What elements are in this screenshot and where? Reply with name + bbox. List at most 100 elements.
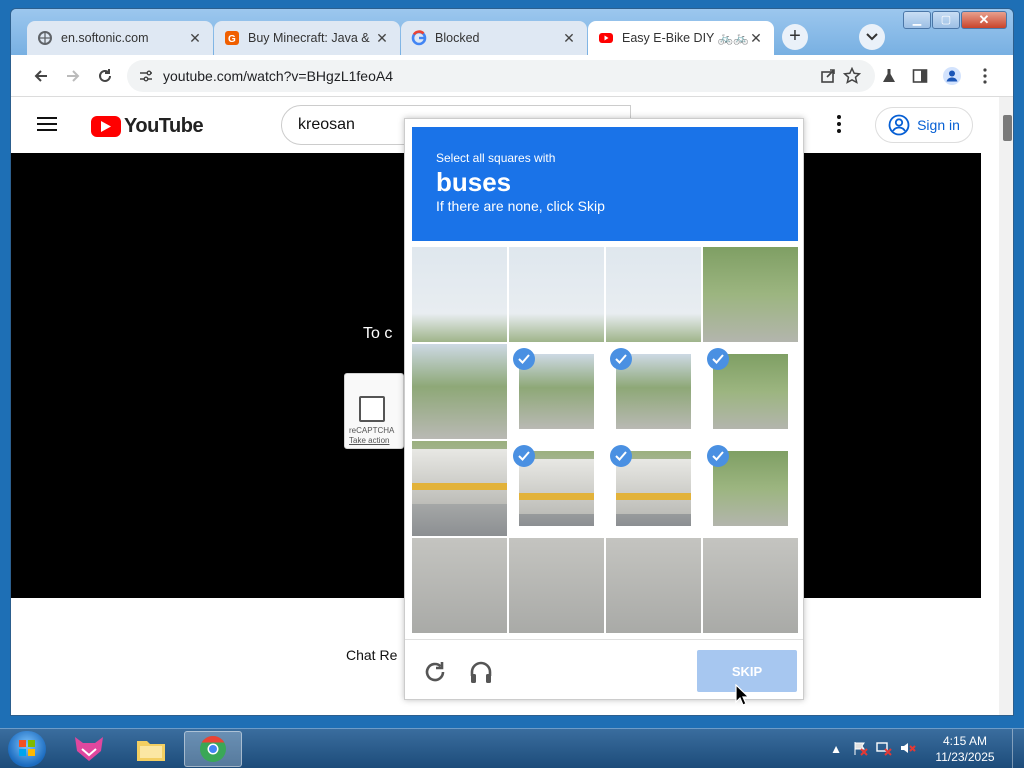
chrome-icon xyxy=(200,735,226,762)
checkmark-icon xyxy=(513,445,535,467)
player-message: To c xyxy=(363,325,393,342)
taskbar-chrome[interactable] xyxy=(184,731,242,767)
tab-minecraft[interactable]: G Buy Minecraft: Java & ✕ xyxy=(214,21,400,55)
recaptcha-checkbox[interactable] xyxy=(359,396,385,422)
sign-in-label: Sign in xyxy=(917,117,960,133)
account-icon xyxy=(888,114,910,136)
captcha-tile-image xyxy=(509,538,604,633)
captcha-instructions: Select all squares with buses If there a… xyxy=(412,127,798,241)
close-tab-icon[interactable]: ✕ xyxy=(561,30,577,47)
bus-shape xyxy=(616,459,691,514)
audio-challenge-icon[interactable] xyxy=(467,658,495,686)
close-tab-icon[interactable]: ✕ xyxy=(374,30,390,47)
checkmark-icon xyxy=(707,445,729,467)
folder-icon xyxy=(137,741,165,761)
captcha-tile[interactable] xyxy=(412,441,507,536)
tab-blocked[interactable]: Blocked ✕ xyxy=(401,21,587,55)
system-tray: ▲ 4:15 AM 11/23/2025 xyxy=(830,729,1024,768)
clock-time: 4:15 AM xyxy=(942,734,988,748)
tab-strip: en.softonic.com ✕ G Buy Minecraft: Java … xyxy=(11,9,1013,55)
fox-app-icon xyxy=(75,737,103,761)
tab-softonic[interactable]: en.softonic.com ✕ xyxy=(27,21,213,55)
captcha-tile-image xyxy=(412,247,507,342)
volume-muted-icon[interactable] xyxy=(900,740,916,759)
captcha-tile[interactable] xyxy=(412,538,507,633)
maximize-button[interactable]: ▢ xyxy=(932,11,960,29)
close-window-button[interactable]: ✕ xyxy=(961,11,1007,29)
windows-taskbar: ▲ 4:15 AM 11/23/2025 xyxy=(0,728,1024,768)
taskbar-app-fox[interactable] xyxy=(60,731,118,767)
recaptcha-label: reCAPTCHA xyxy=(349,426,395,435)
share-icon[interactable] xyxy=(816,64,840,88)
url-text: youtube.com/watch?v=BHgzL1feoA4 xyxy=(163,68,393,84)
new-tab-button[interactable]: + xyxy=(782,24,808,50)
captcha-tile[interactable] xyxy=(703,441,798,536)
captcha-target: buses xyxy=(436,167,512,197)
address-bar[interactable]: youtube.com/watch?v=BHgzL1feoA4 xyxy=(127,60,875,92)
tab-search-button[interactable] xyxy=(859,24,885,50)
site-info-icon[interactable] xyxy=(139,69,153,83)
tab-youtube[interactable]: Easy E-Bike DIY 🚲🚲 V ✕ xyxy=(588,21,774,55)
captcha-tile[interactable] xyxy=(412,344,507,439)
youtube-icon xyxy=(598,30,614,46)
close-tab-icon[interactable]: ✕ xyxy=(748,30,764,47)
g2a-icon: G xyxy=(224,30,240,46)
reload-icon[interactable] xyxy=(93,64,117,88)
google-icon xyxy=(411,30,427,46)
tab-title: en.softonic.com xyxy=(61,31,149,45)
action-center-flag-icon[interactable] xyxy=(852,740,868,759)
tab-title: Blocked xyxy=(435,31,480,45)
captcha-tile-image xyxy=(703,538,798,633)
windows-logo-icon xyxy=(19,740,35,756)
browser-menu-icon[interactable] xyxy=(973,64,997,88)
minimize-button[interactable]: ▁ xyxy=(903,11,931,29)
forward-icon[interactable] xyxy=(61,64,85,88)
captcha-tile-image xyxy=(412,441,507,536)
captcha-tile[interactable] xyxy=(606,441,701,536)
labs-flask-icon[interactable] xyxy=(877,64,901,88)
scrollbar-thumb[interactable] xyxy=(1003,115,1012,141)
captcha-tile[interactable] xyxy=(703,247,798,342)
captcha-instruction-small: Select all squares with xyxy=(436,151,556,165)
captcha-tile-image xyxy=(509,247,604,342)
captcha-tile[interactable] xyxy=(509,441,604,536)
youtube-logo[interactable]: YouTube xyxy=(91,115,204,138)
captcha-tile[interactable] xyxy=(606,344,701,439)
bookmark-star-icon[interactable] xyxy=(840,64,864,88)
page-scrollbar[interactable] xyxy=(999,97,1013,715)
reload-challenge-icon[interactable] xyxy=(421,658,449,686)
more-options-icon[interactable] xyxy=(837,115,841,138)
captcha-tile[interactable] xyxy=(606,538,701,633)
checkmark-icon xyxy=(610,348,632,370)
back-icon[interactable] xyxy=(29,64,53,88)
close-tab-icon[interactable]: ✕ xyxy=(187,30,203,47)
captcha-tile[interactable] xyxy=(703,344,798,439)
window-controls: ▁ ▢ ✕ xyxy=(902,11,1007,29)
start-button[interactable] xyxy=(8,731,46,767)
show-desktop-button[interactable] xyxy=(1012,729,1024,768)
clock-date: 11/23/2025 xyxy=(935,750,995,764)
side-panel-icon[interactable] xyxy=(908,64,932,88)
show-hidden-icons-icon[interactable]: ▲ xyxy=(830,742,842,756)
globe-icon xyxy=(37,30,53,46)
captcha-tile[interactable] xyxy=(509,344,604,439)
captcha-tile[interactable] xyxy=(606,247,701,342)
captcha-tile[interactable] xyxy=(509,538,604,633)
checkmark-icon xyxy=(610,445,632,467)
hamburger-menu-icon[interactable] xyxy=(37,116,57,137)
chat-replay-text: Chat Re xyxy=(346,647,398,663)
recaptcha-take-action-link[interactable]: Take action xyxy=(349,436,389,445)
clock[interactable]: 4:15 AM 11/23/2025 xyxy=(922,733,1008,765)
network-icon[interactable] xyxy=(876,740,892,759)
captcha-tile[interactable] xyxy=(703,538,798,633)
captcha-tile[interactable] xyxy=(509,247,604,342)
sign-in-button[interactable]: Sign in xyxy=(875,107,973,143)
profile-avatar-icon[interactable] xyxy=(940,64,964,88)
checkmark-icon xyxy=(707,348,729,370)
captcha-tile[interactable] xyxy=(412,247,507,342)
tab-title: Buy Minecraft: Java & xyxy=(248,31,370,45)
captcha-tile-image xyxy=(412,344,507,439)
bus-shape xyxy=(519,459,594,514)
taskbar-file-explorer[interactable] xyxy=(122,731,180,767)
mouse-cursor-icon xyxy=(735,683,750,711)
